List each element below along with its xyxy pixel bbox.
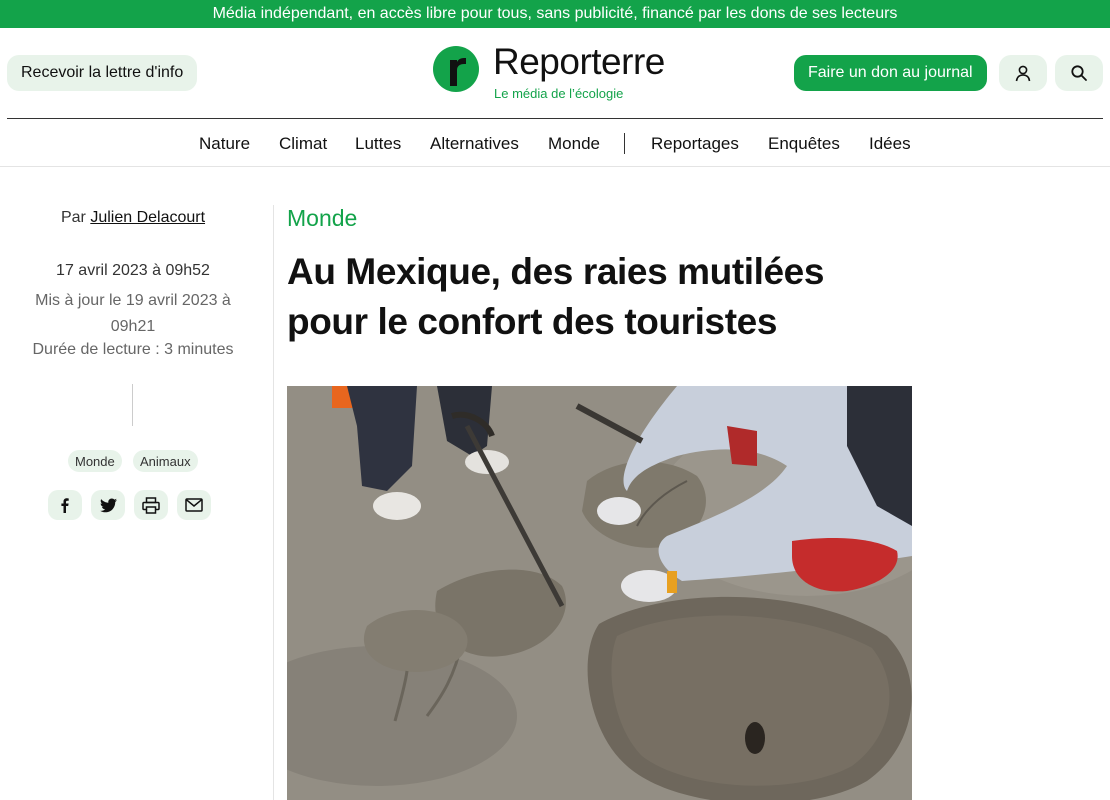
- site-header: Recevoir la lettre d'info Reporterre Le …: [0, 28, 1110, 118]
- print-button[interactable]: [134, 490, 168, 520]
- nav-item-enquetes[interactable]: Enquêtes: [768, 134, 840, 154]
- reading-time: Durée de lecture : 3 minutes: [32, 341, 234, 358]
- nav-item-monde[interactable]: Monde: [548, 134, 600, 154]
- main-nav: Nature Climat Luttes Alternatives Monde …: [0, 119, 1110, 167]
- byline-prefix: Par: [60, 209, 86, 226]
- site-logo[interactable]: Reporterre Le média de l’écologie: [433, 41, 683, 104]
- share-facebook-button[interactable]: [48, 490, 82, 520]
- mail-icon: [185, 498, 203, 512]
- logo-mark-icon: [433, 46, 479, 92]
- article-title: Au Mexique, des raies mutilées pour le c…: [287, 251, 825, 342]
- search-icon: [1071, 65, 1087, 81]
- tag-monde[interactable]: Monde: [68, 450, 122, 472]
- search-button[interactable]: [1055, 55, 1103, 91]
- nav-item-alternatives[interactable]: Alternatives: [430, 134, 519, 154]
- publish-date: 17 avril 2023 à 09h52: [56, 262, 210, 279]
- update-date: Mis à jour le 19 avril 2023 à 09h21: [35, 292, 231, 335]
- meta-divider: [132, 384, 133, 426]
- tag-animaux[interactable]: Animaux: [133, 450, 198, 472]
- user-icon: [1015, 65, 1031, 82]
- nav-item-idees[interactable]: Idées: [869, 134, 911, 154]
- nav-item-nature[interactable]: Nature: [199, 134, 250, 154]
- account-button[interactable]: [999, 55, 1047, 91]
- print-icon: [142, 496, 160, 514]
- logo-name: Reporterre: [493, 41, 665, 82]
- byline: Par Julien Delacourt: [0, 209, 266, 227]
- newsletter-button[interactable]: Recevoir la lettre d'info: [7, 55, 198, 91]
- logo-tagline: Le média de l’écologie: [494, 86, 624, 101]
- nav-item-luttes[interactable]: Luttes: [355, 134, 401, 154]
- share-mail-button[interactable]: [177, 490, 211, 520]
- nav-item-reportages[interactable]: Reportages: [651, 134, 739, 154]
- top-banner: Média indépendant, en accès libre pour t…: [0, 0, 1110, 28]
- donate-button[interactable]: Faire un don au journal: [794, 55, 987, 91]
- hero-image: [287, 386, 912, 800]
- nav-separator: [624, 133, 625, 154]
- facebook-icon: [61, 498, 69, 513]
- share-twitter-button[interactable]: [91, 490, 125, 520]
- banner-text: Média indépendant, en accès libre pour t…: [212, 5, 898, 22]
- twitter-icon: [99, 497, 117, 512]
- column-divider: [273, 205, 274, 800]
- author-link[interactable]: Julien Delacourt: [90, 209, 205, 226]
- nav-item-climat[interactable]: Climat: [279, 134, 327, 154]
- article-section[interactable]: Monde: [287, 205, 357, 232]
